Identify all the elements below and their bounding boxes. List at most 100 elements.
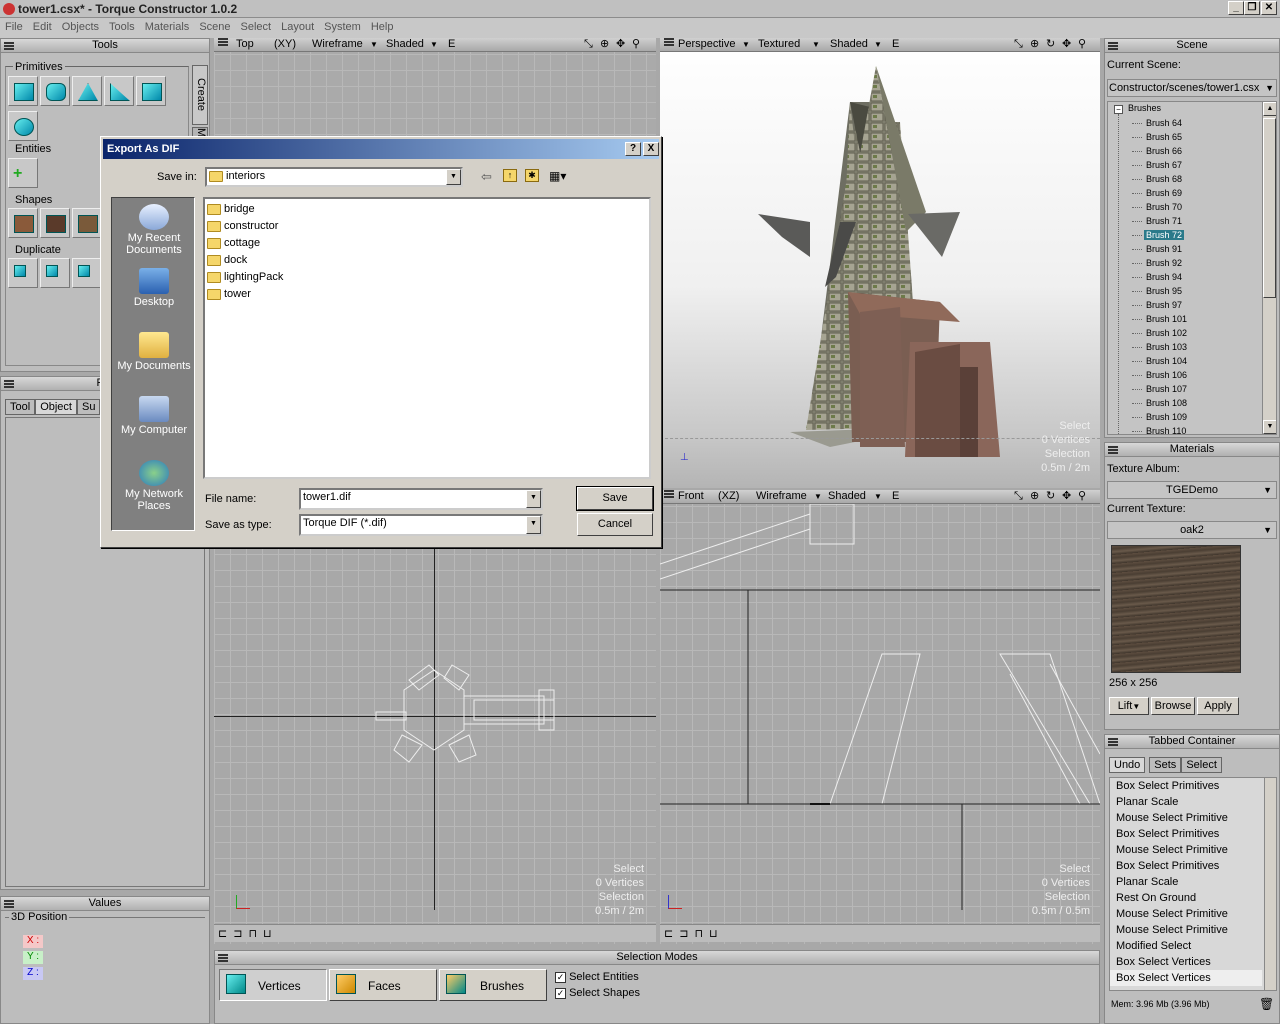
render-mode-textured[interactable]: Textured [758, 38, 800, 51]
zoom-icon[interactable]: ⚲ [1078, 38, 1086, 51]
sphere-primitive-button[interactable] [8, 111, 38, 141]
menu-file[interactable]: File [0, 18, 28, 33]
scene-tree-item[interactable]: Brush 68 [1108, 172, 1262, 186]
undo-list-item[interactable]: Box Select Primitives [1110, 778, 1262, 794]
align-bottom-icon[interactable]: ⊔ [263, 928, 278, 940]
tab-tool[interactable]: Tool [5, 399, 36, 415]
scene-tree-item[interactable]: Brush 71 [1108, 214, 1262, 228]
tab-sets[interactable]: Sets [1149, 757, 1182, 773]
viewport-menu-icon[interactable] [664, 490, 674, 498]
panel-menu-icon[interactable] [1108, 42, 1118, 50]
dialog-close-button[interactable]: X [643, 142, 659, 156]
scene-tree-item[interactable]: Brush 94 [1108, 270, 1262, 284]
add-light-button[interactable]: + [8, 158, 38, 188]
e-button[interactable]: E [448, 38, 455, 51]
apply-button[interactable]: Apply [1197, 697, 1239, 715]
scene-tree-item[interactable]: Brush 67 [1108, 158, 1262, 172]
folder-item[interactable]: dock [207, 252, 647, 269]
view-top[interactable]: Top [236, 38, 254, 51]
scene-tree-item[interactable]: Brush 91 [1108, 242, 1262, 256]
folder-item[interactable]: lightingPack [207, 269, 647, 286]
undo-list-item[interactable]: Rest On Ground [1110, 890, 1262, 906]
scene-tree-item[interactable]: Brush 65 [1108, 130, 1262, 144]
place-desktop[interactable]: Desktop [112, 268, 196, 308]
undo-list-item[interactable]: Planar Scale [1110, 874, 1262, 890]
undo-list-item[interactable]: Mouse Select Primitive [1110, 810, 1262, 826]
render-mode-wireframe[interactable]: Wireframe [312, 38, 363, 51]
scale-icon[interactable]: ⤡ [1014, 490, 1023, 503]
viewport-perspective[interactable]: Perspective ▼ Textured ▼ Shaded ▼ E ⤡ ⊕ … [660, 38, 1100, 488]
duplicate-linear-button[interactable] [8, 258, 38, 288]
scale-icon[interactable]: ⤡ [1014, 38, 1023, 51]
scale-icon[interactable]: ⤡ [584, 38, 593, 51]
align-top-icon[interactable]: ⊓ [694, 928, 709, 940]
scene-tree-item[interactable]: Brush 108 [1108, 396, 1262, 410]
vertices-mode-button[interactable]: Vertices [219, 969, 327, 1001]
pyramid-primitive-button[interactable] [72, 76, 102, 106]
orbit-icon[interactable]: ↻ [1046, 38, 1055, 51]
place-network[interactable]: My Network Places [112, 460, 196, 512]
viewport-menu-icon[interactable] [664, 38, 674, 46]
faces-mode-button[interactable]: Faces [329, 969, 437, 1001]
scene-tree-item[interactable]: Brush 69 [1108, 186, 1262, 200]
zoom-icon[interactable]: ⚲ [632, 38, 640, 51]
file-name-input[interactable]: tower1.dif ▼ [299, 488, 543, 510]
back-icon[interactable]: ⇦ [481, 169, 492, 185]
viewport-front[interactable]: Front (XZ) Wireframe ▼ Shaded ▼ E ⤡ ⊕ ↻ … [660, 490, 1100, 944]
menu-select[interactable]: Select [236, 18, 277, 33]
tab-su[interactable]: Su [76, 399, 101, 415]
shade-mode[interactable]: Shaded [828, 490, 866, 503]
orbit-icon[interactable]: ↻ [1046, 490, 1055, 503]
scene-tree-item[interactable]: Brush 70 [1108, 200, 1262, 214]
shape-character-button[interactable] [40, 208, 70, 238]
menu-help[interactable]: Help [366, 18, 399, 33]
scene-tree-item[interactable]: Brush 64 [1108, 116, 1262, 130]
panel-menu-icon[interactable] [4, 380, 14, 388]
undo-scrollbar[interactable] [1264, 778, 1276, 990]
scene-tree-item[interactable]: Brush 103 [1108, 340, 1262, 354]
view-perspective[interactable]: Perspective [678, 38, 735, 51]
panel-menu-icon[interactable] [4, 42, 14, 50]
align-bottom-icon[interactable]: ⊔ [709, 928, 724, 940]
collapse-icon[interactable]: − [1114, 105, 1123, 114]
folder-item[interactable]: constructor [207, 218, 647, 235]
select-entities-checkbox[interactable]: ✓ Select Entities [555, 971, 639, 983]
menu-tools[interactable]: Tools [104, 18, 140, 33]
rotate-icon[interactable]: ⊕ [600, 38, 609, 51]
pan-icon[interactable]: ✥ [616, 38, 625, 51]
tab-create[interactable]: Create [192, 65, 208, 125]
zoom-icon[interactable]: ⚲ [1078, 490, 1086, 503]
save-button[interactable]: Save [577, 487, 653, 510]
help-button[interactable]: ? [625, 142, 641, 156]
view-front[interactable]: Front [678, 490, 704, 503]
render-mode-wireframe[interactable]: Wireframe [756, 490, 807, 503]
trash-icon[interactable]: 🗑 [1259, 997, 1274, 1011]
undo-list-item[interactable]: Box Select Vertices [1110, 970, 1262, 986]
view-menu-icon[interactable]: ▦▾ [549, 169, 566, 183]
menu-materials[interactable]: Materials [140, 18, 195, 33]
scene-tree-item[interactable]: Brush 95 [1108, 284, 1262, 298]
folder-item[interactable]: tower [207, 286, 647, 303]
arch-primitive-button[interactable] [136, 76, 166, 106]
scene-tree-item[interactable]: Brush 110 [1108, 424, 1262, 434]
undo-list-item[interactable]: Box Select Vertices [1110, 954, 1262, 970]
menu-objects[interactable]: Objects [57, 18, 104, 33]
tree-root-brushes[interactable]: Brushes [1128, 103, 1161, 113]
shade-mode[interactable]: Shaded [386, 38, 424, 51]
place-my-documents[interactable]: My Documents [112, 332, 196, 372]
scene-tree-item[interactable]: Brush 107 [1108, 382, 1262, 396]
rotate-icon[interactable]: ⊕ [1030, 38, 1039, 51]
scene-tree-item[interactable]: Brush 92 [1108, 256, 1262, 270]
undo-list-item[interactable]: Mouse Select Primitive [1110, 842, 1262, 858]
scene-tree-item[interactable]: Brush 109 [1108, 410, 1262, 424]
place-my-computer[interactable]: My Computer [112, 396, 196, 436]
undo-list-item[interactable]: Mouse Select Primitive [1110, 922, 1262, 938]
undo-list-item[interactable]: Planar Scale [1110, 794, 1262, 810]
pan-icon[interactable]: ✥ [1062, 490, 1071, 503]
close-icon[interactable]: ✕ [1261, 1, 1277, 15]
panel-menu-icon[interactable] [1108, 738, 1118, 746]
tab-select[interactable]: Select [1181, 757, 1222, 773]
scene-tree-item[interactable]: Brush 97 [1108, 298, 1262, 312]
folder-item[interactable]: bridge [207, 201, 647, 218]
shade-mode[interactable]: Shaded [830, 38, 868, 51]
